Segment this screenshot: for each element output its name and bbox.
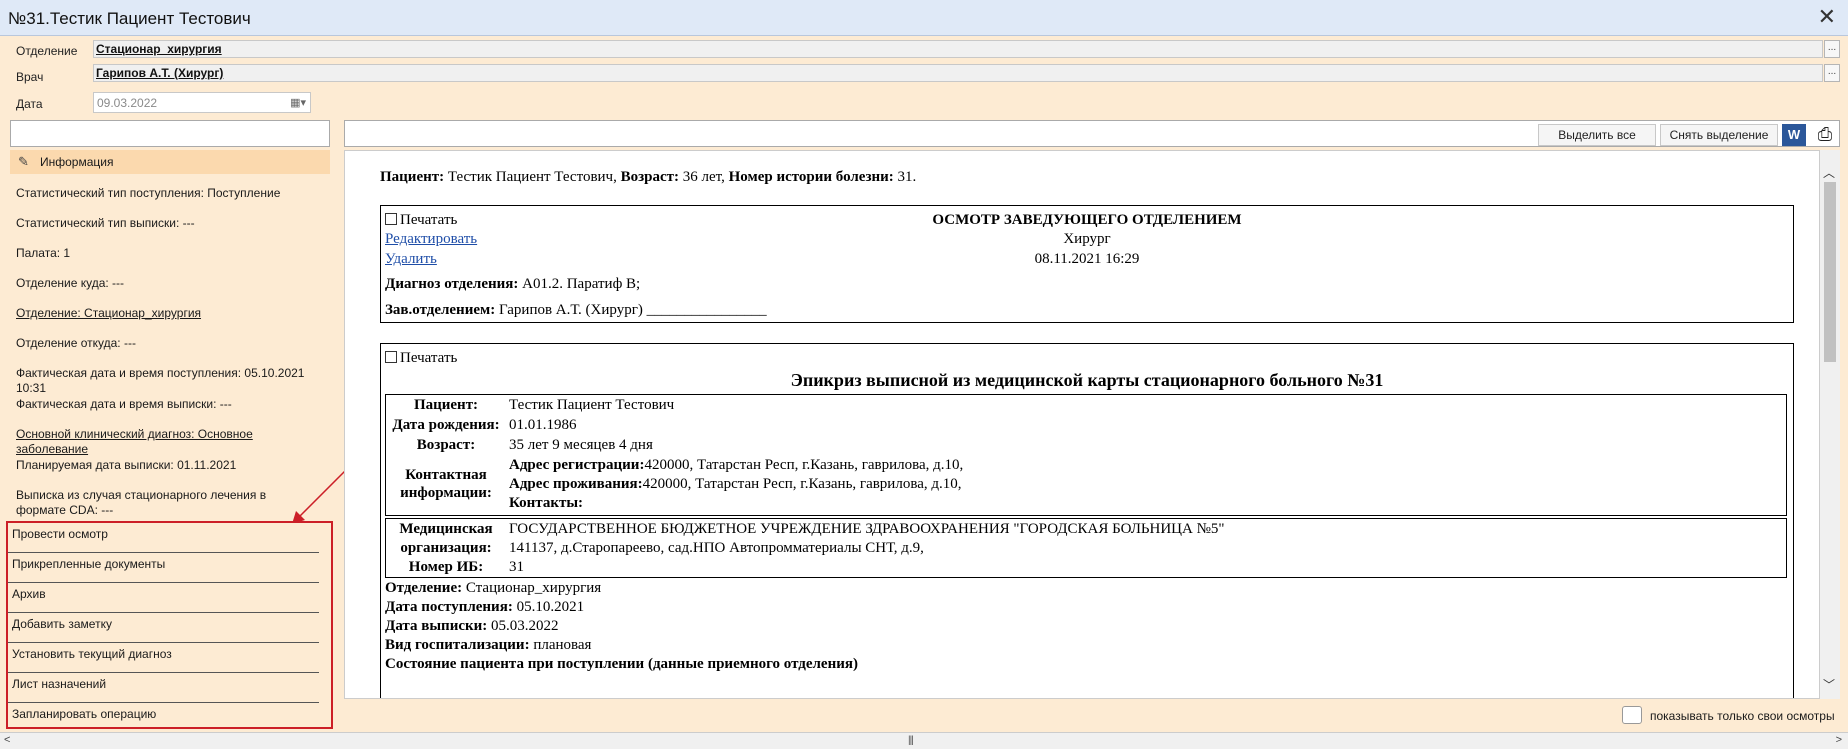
print-icon[interactable]: ⎙ — [1812, 124, 1838, 146]
hosp-label: Вид госпитализации: — [385, 637, 530, 653]
dept-label: Отделение: — [385, 580, 463, 596]
print-checkbox[interactable]: Печатать — [385, 350, 457, 367]
dept-line: Отделение: Стационар_хирургия — [385, 580, 601, 597]
action-archive[interactable]: Архив — [8, 583, 319, 613]
admit-line: Дата поступления: 05.10.2021 — [385, 599, 584, 616]
exam-datetime: 08.11.2021 16:29 — [1034, 251, 1140, 267]
patient-summary: Пациент: Тестик Пациент Тестович, Возрас… — [380, 169, 916, 186]
row-value: Тестик Пациент Тестович — [509, 397, 675, 413]
department-picker-button[interactable]: ... — [1824, 40, 1840, 58]
org-name: ГОСУДАРСТВЕННОЕ БЮДЖЕТНОЕ УЧРЕЖДЕНИЕ ЗДР… — [509, 521, 1225, 537]
epicrisis-record: Печатать Эпикриз выписной из медицинской… — [380, 343, 1794, 698]
scroll-up-icon[interactable]: ︿ — [1823, 164, 1835, 181]
table-row: Пациент: Тестик Пациент Тестович — [386, 397, 1786, 417]
scroll-left-icon[interactable]: < — [4, 734, 10, 746]
row-value: 01.01.1986 — [509, 417, 577, 433]
epicrisis-title: Эпикриз выписной из медицинской карты ст… — [790, 370, 1384, 390]
row-value: 35 лет 9 месяцев 4 дня — [509, 437, 653, 453]
hosp-line: Вид госпитализации: плановая — [385, 637, 591, 654]
live-value: 420000, Татарстан Респ, г.Казань, гаврил… — [642, 476, 962, 492]
own-exams-checkbox[interactable] — [1622, 706, 1642, 724]
discharge-label: Дата выписки: — [385, 618, 488, 634]
scroll-thumb[interactable] — [1824, 182, 1836, 362]
reg-address: Адрес регистрации:420000, Татарстан Респ… — [509, 457, 963, 474]
diag-value: A01.2. Паратиф B; — [518, 276, 641, 292]
action-set-diagnosis[interactable]: Установить текущий диагноз — [8, 643, 319, 673]
head-value: Гарипов А.Т. (Хирург) ________________ — [495, 302, 767, 318]
live-label: Адрес проживания: — [509, 476, 643, 492]
own-exams-label: показывать только свои осмотры — [1650, 709, 1835, 723]
discharge-value: 05.03.2022 — [487, 618, 559, 634]
table-row: Возраст: 35 лет 9 месяцев 4 дня — [386, 437, 1786, 457]
live-address: Адрес проживания:420000, Татарстан Респ,… — [509, 476, 962, 493]
history-label: Номер истории болезни: — [728, 169, 894, 185]
annotation-arrow — [292, 443, 373, 524]
print-label: Печатать — [400, 350, 458, 366]
contacts-label: Контакты: — [509, 495, 584, 511]
table-row-contacts: Контактная информации: Адрес регистрации… — [386, 457, 1786, 517]
checkbox-icon — [385, 351, 397, 363]
state-line: Состояние пациента при поступлении (данн… — [385, 656, 858, 673]
row-label: Пациент: — [413, 397, 479, 413]
action-prescriptions[interactable]: Лист назначений — [8, 673, 319, 703]
scroll-right-icon[interactable]: > — [1836, 734, 1842, 746]
scroll-grip-icon[interactable]: ||| — [908, 735, 914, 746]
org-label: организация: — [400, 540, 492, 556]
row-label: Дата рождения: — [392, 417, 500, 433]
contacts: Контакты: — [509, 495, 583, 512]
actions-panel: Провести осмотр Прикрепленные документы … — [6, 521, 333, 729]
exam-record: Печатать ОСМОТР ЗАВЕДУЮЩЕГО ОТДЕЛЕНИЕМ Р… — [380, 205, 1794, 323]
horizontal-scrollbar[interactable]: < ||| > — [0, 732, 1848, 749]
diag-label: Диагноз отделения: — [385, 276, 519, 292]
reg-value: 420000, Татарстан Респ, г.Казань, гаврил… — [644, 457, 964, 473]
org-address: 141137, д.Старопареево, сад.НПО Автопром… — [509, 540, 924, 556]
deselect-button[interactable]: Снять выделение — [1660, 124, 1778, 146]
age-value: 36 лет, — [679, 169, 729, 185]
history-value: 31. — [893, 169, 917, 185]
patient-value: Тестик Пациент Тестович, — [444, 169, 621, 185]
patient-label: Пациент: — [380, 169, 445, 185]
hosp-value: плановая — [529, 637, 592, 653]
exam-head: Зав.отделением: Гарипов А.Т. (Хирург) __… — [385, 302, 767, 319]
scroll-down-icon[interactable]: ﹀ — [1823, 676, 1835, 693]
vertical-scrollbar[interactable]: ︿ ﹀ — [1820, 150, 1840, 699]
organization-table: Медицинская организация: Номер ИБ: ГОСУД… — [385, 518, 1787, 578]
patient-table: Пациент: Тестик Пациент Тестович Дата ро… — [385, 394, 1787, 516]
word-export-icon[interactable]: W — [1782, 124, 1806, 146]
action-add-note[interactable]: Добавить заметку — [8, 613, 319, 643]
table-row: Дата рождения: 01.01.1986 — [386, 417, 1786, 437]
head-label: Зав.отделением: — [385, 302, 496, 318]
reg-label: Адрес регистрации: — [509, 457, 645, 473]
document-view: Пациент: Тестик Пациент Тестович, Возрас… — [344, 150, 1820, 699]
org-label: Медицинская — [399, 521, 493, 537]
exam-specialty: Хирург — [1063, 231, 1111, 247]
age-label: Возраст: — [620, 169, 680, 185]
exam-diagnosis: Диагноз отделения: A01.2. Паратиф B; — [385, 276, 640, 293]
state-label: Состояние пациента при поступлении (данн… — [385, 656, 858, 672]
action-examine[interactable]: Провести осмотр — [8, 523, 319, 553]
contact-label: Контактная — [405, 467, 487, 483]
select-all-button[interactable]: Выделить все — [1538, 124, 1656, 146]
action-schedule-surgery[interactable]: Запланировать операцию — [8, 703, 319, 733]
discharge-line: Дата выписки: 05.03.2022 — [385, 618, 559, 635]
dept-value: Стационар_хирургия — [462, 580, 602, 596]
action-attached-docs[interactable]: Прикрепленные документы — [8, 553, 319, 583]
contact-label: информации: — [400, 485, 492, 501]
doctor-picker-button[interactable]: ... — [1824, 64, 1840, 82]
exam-title: ОСМОТР ЗАВЕДУЮЩЕГО ОТДЕЛЕНИЕМ — [932, 212, 1242, 228]
row-label: Возраст: — [416, 437, 476, 453]
close-icon[interactable]: ✕ — [1818, 5, 1836, 29]
admit-label: Дата поступления: — [385, 599, 513, 615]
admit-value: 05.10.2021 — [512, 599, 585, 615]
ib-value: 31 — [509, 559, 524, 575]
ib-label: Номер ИБ: — [408, 559, 484, 575]
